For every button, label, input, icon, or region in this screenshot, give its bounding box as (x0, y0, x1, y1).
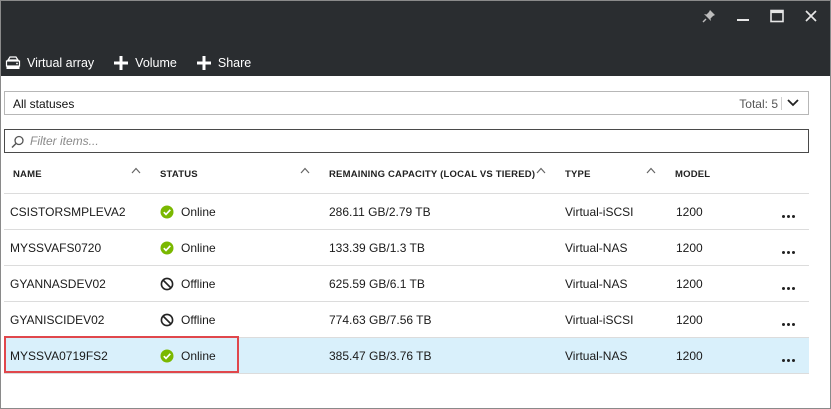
device-name: MYSSVA0719FS2 (10, 349, 108, 363)
blocked-circle-icon (160, 277, 174, 291)
add-share-button[interactable]: Share (196, 55, 251, 71)
column-header-status[interactable]: STATUS (160, 169, 198, 180)
ellipsis-icon[interactable] (777, 309, 799, 329)
remaining-capacity: 774.63 GB/7.56 TB (329, 313, 432, 327)
pin-icon[interactable] (696, 5, 722, 27)
device-model: 1200 (676, 277, 703, 291)
share-label: Share (217, 56, 252, 70)
filter-box (4, 129, 809, 153)
device-type: Virtual-iSCSI (565, 313, 634, 327)
total-count: Total: 5 (739, 97, 778, 111)
device-type: Virtual-NAS (565, 241, 628, 255)
device-status: Online (160, 205, 216, 219)
remaining-capacity: 385.47 GB/3.76 TB (329, 349, 432, 363)
sort-type-icon[interactable] (646, 166, 656, 177)
check-circle-icon (160, 241, 174, 255)
blocked-circle-icon (160, 313, 174, 327)
virtual-array-label: Virtual array (27, 56, 95, 70)
device-name: CSISTORSMPLEVA2 (10, 205, 126, 219)
search-input[interactable] (30, 132, 800, 150)
device-status: Online (160, 241, 216, 255)
maximize-icon[interactable] (764, 5, 790, 27)
plus-icon (196, 55, 212, 71)
chevron-down-icon (786, 97, 800, 109)
ellipsis-icon[interactable] (777, 345, 799, 365)
command-bar: Virtual array Volume Share (1, 1, 830, 76)
ellipsis-icon[interactable] (777, 237, 799, 257)
device-status: Offline (160, 277, 215, 291)
sort-status-icon[interactable] (300, 166, 310, 177)
check-circle-icon (160, 349, 174, 363)
column-header-model[interactable]: MODEL (675, 169, 710, 180)
check-circle-icon (160, 205, 174, 219)
ellipsis-icon[interactable] (777, 201, 799, 221)
sort-capacity-icon[interactable] (536, 166, 546, 177)
close-icon[interactable] (798, 5, 824, 27)
dropdown-divider (781, 97, 782, 110)
remaining-capacity: 133.39 GB/1.3 TB (329, 241, 425, 255)
remaining-capacity: 625.59 GB/6.1 TB (329, 277, 425, 291)
status-filter-dropdown[interactable]: All statuses Total: 5 (4, 91, 809, 115)
remaining-capacity: 286.11 GB/2.79 TB (329, 205, 431, 219)
device-model: 1200 (676, 313, 703, 327)
table-header: NAME STATUS REMAINING CAPACITY (LOCAL VS… (4, 160, 809, 194)
device-name: GYANISCIDEV02 (10, 313, 105, 327)
virtual-array-button[interactable]: Virtual array (5, 56, 94, 70)
toolbar: Virtual array Volume Share (5, 53, 270, 73)
status-filter-value: All statuses (13, 97, 75, 111)
table-row[interactable]: MYSSVAFS0720 Online 133.39 GB/1.3 TB Vir… (4, 230, 809, 266)
device-model: 1200 (676, 205, 703, 219)
device-status: Online (160, 349, 216, 363)
table-row[interactable]: GYANNASDEV02 Offline 625.59 GB/6.1 TB Vi… (4, 266, 809, 302)
status-text: Offline (181, 313, 216, 327)
device-type: Virtual-NAS (565, 277, 628, 291)
virtual-array-icon (5, 56, 21, 70)
table-row[interactable]: GYANISCIDEV02 Offline 774.63 GB/7.56 TB … (4, 302, 809, 338)
status-text: Online (181, 205, 216, 219)
device-model: 1200 (676, 349, 703, 363)
table-row[interactable]: CSISTORSMPLEVA2 Online 286.11 GB/2.79 TB… (4, 194, 809, 230)
window-controls (696, 5, 824, 27)
device-model: 1200 (676, 241, 703, 255)
plus-icon (113, 55, 129, 71)
device-name: MYSSVAFS0720 (10, 241, 102, 255)
sort-name-icon[interactable] (131, 166, 141, 177)
volume-label: Volume (135, 56, 177, 70)
device-type: Virtual-iSCSI (565, 205, 634, 219)
minimize-icon[interactable] (730, 5, 756, 27)
status-text: Online (181, 349, 216, 363)
column-header-capacity[interactable]: REMAINING CAPACITY (LOCAL VS TIERED) (329, 169, 535, 180)
table-row-selected[interactable]: MYSSVA0719FS2 Online 385.47 GB/3.76 TB V… (4, 338, 809, 374)
device-type: Virtual-NAS (565, 349, 628, 363)
ellipsis-icon[interactable] (777, 273, 799, 293)
add-volume-button[interactable]: Volume (113, 55, 177, 71)
device-status: Offline (160, 313, 215, 327)
status-text: Offline (181, 277, 216, 291)
search-icon (11, 135, 25, 152)
status-text: Online (181, 241, 216, 255)
column-header-type[interactable]: TYPE (565, 169, 591, 180)
devices-table: NAME STATUS REMAINING CAPACITY (LOCAL VS… (4, 160, 809, 374)
device-name: GYANNASDEV02 (10, 277, 106, 291)
column-header-name[interactable]: NAME (13, 169, 42, 180)
